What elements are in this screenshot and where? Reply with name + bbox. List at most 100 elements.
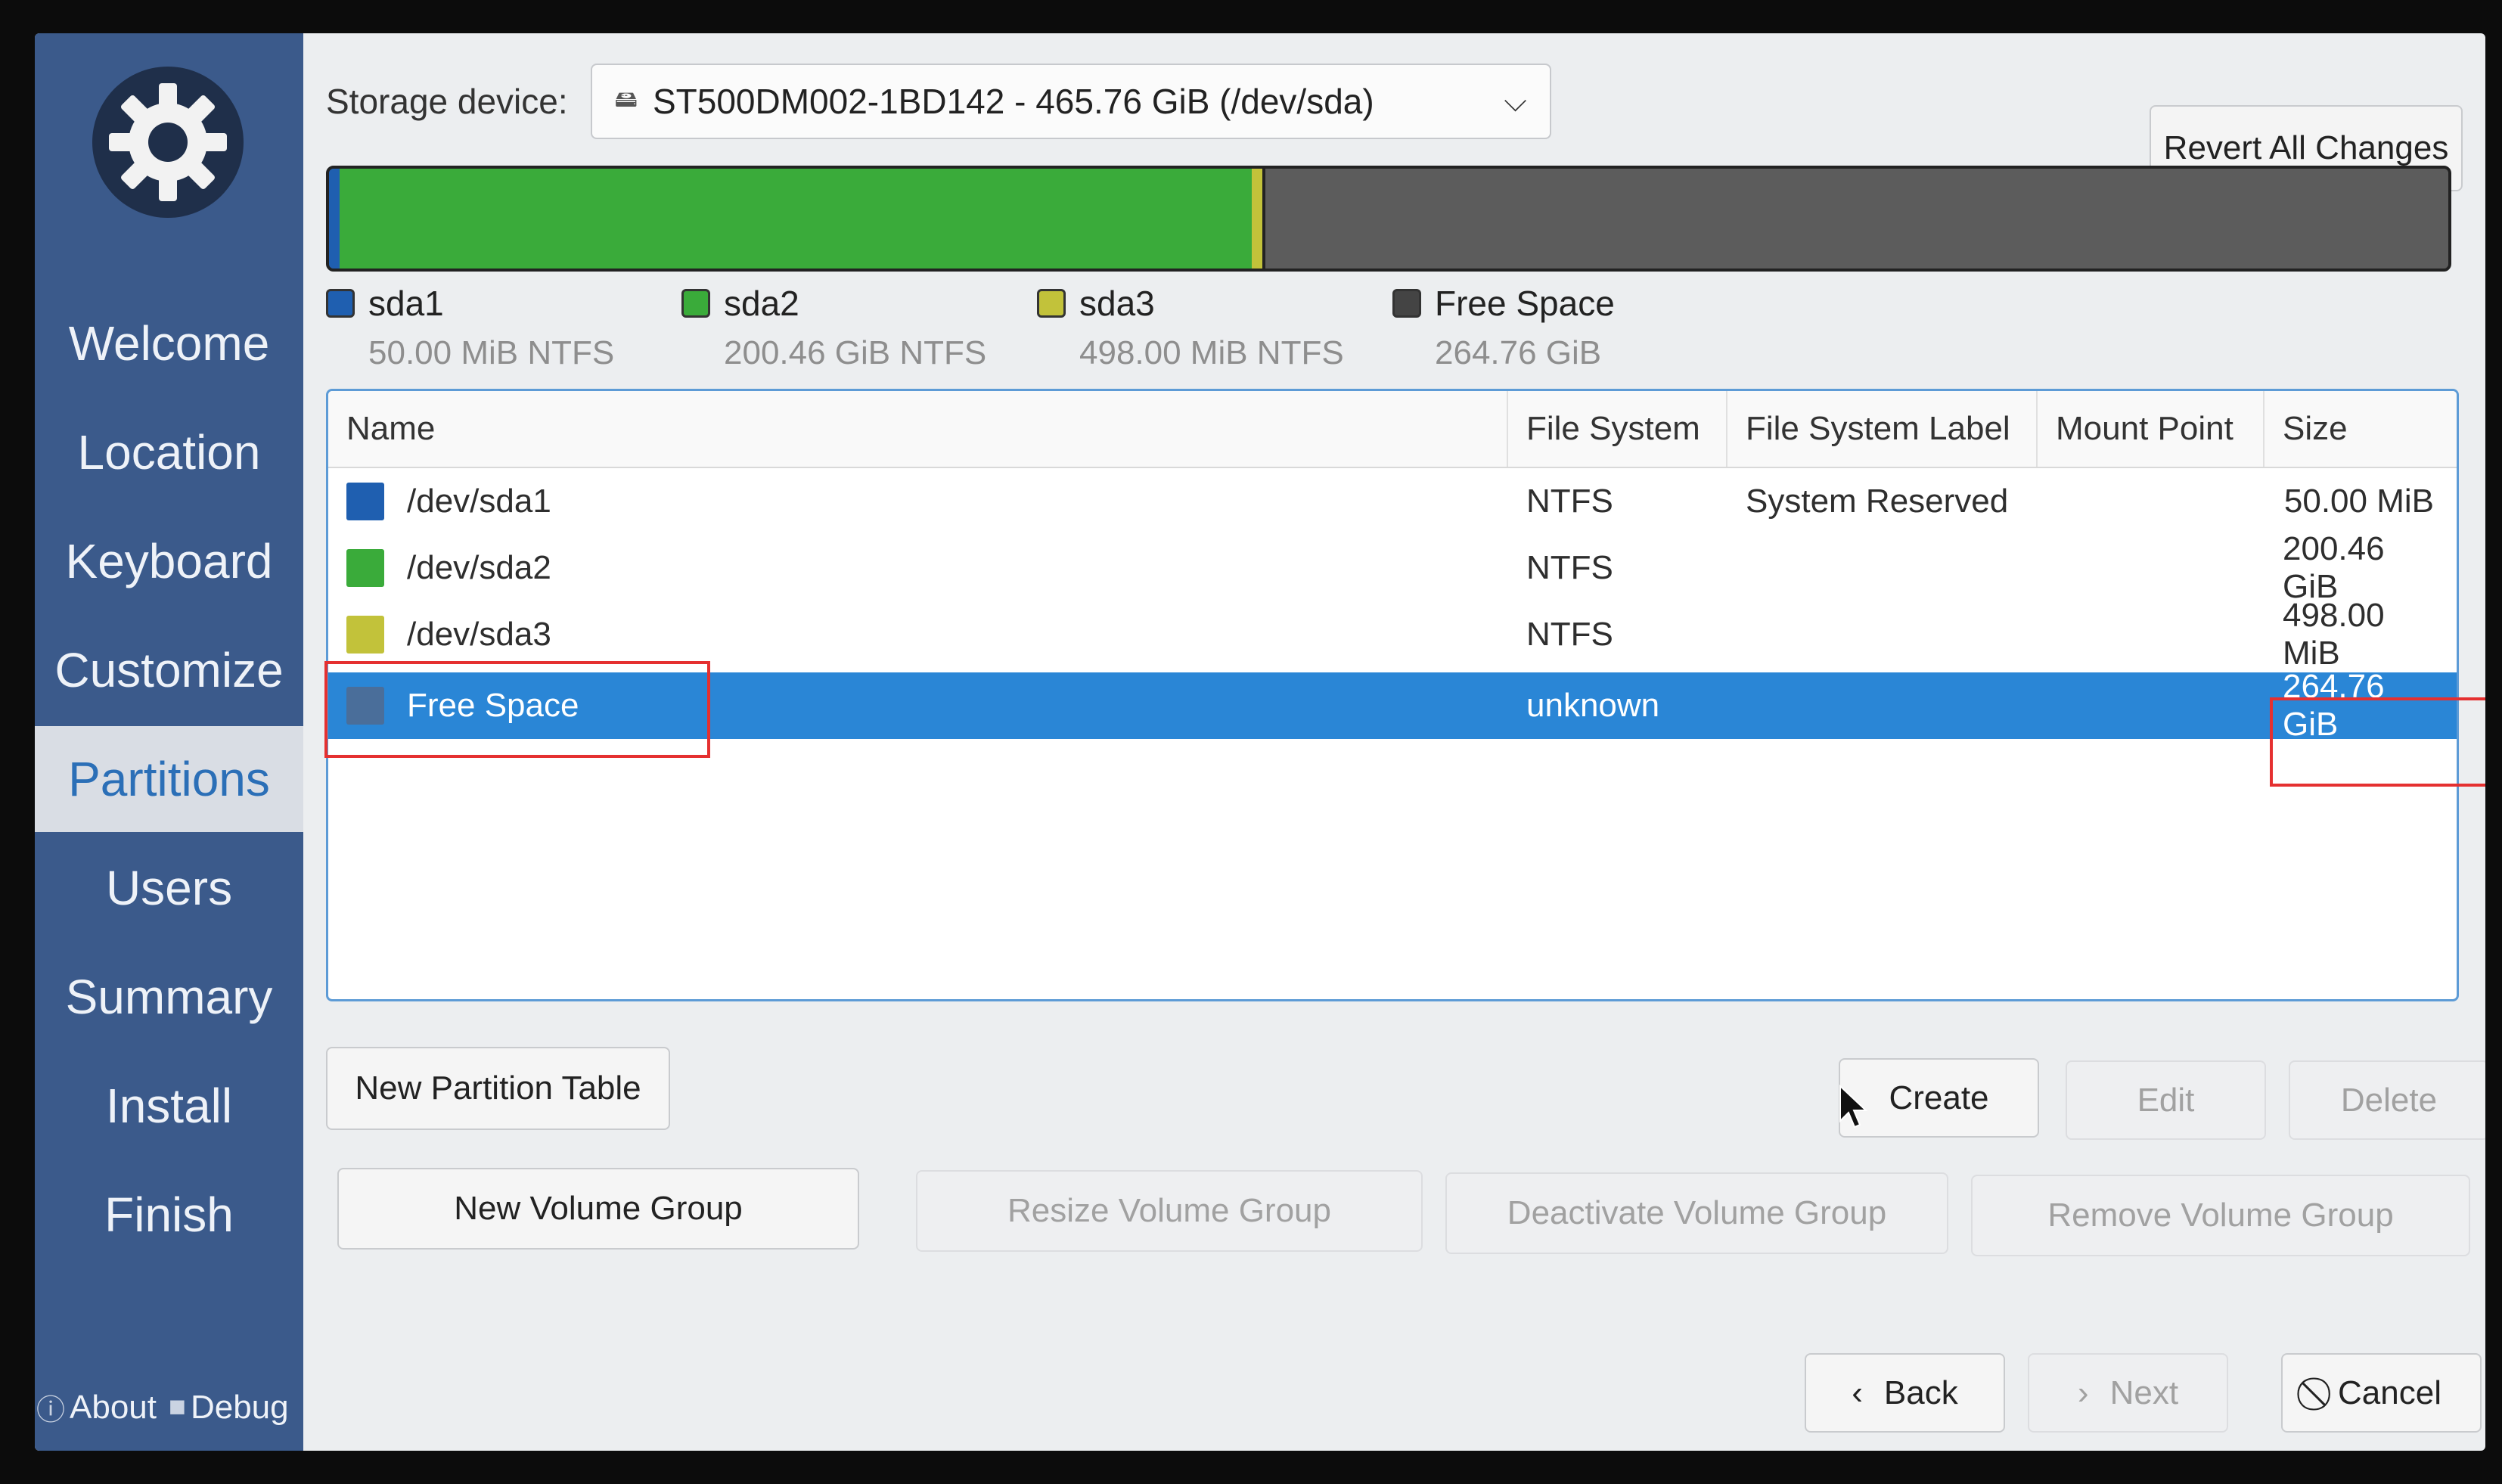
legend-swatch [1037,289,1066,318]
cell-mount-point [2038,468,2265,535]
deactivate-volume-group-button[interactable]: Deactivate Volume Group [1445,1172,1948,1254]
cell-name: Free Space [328,672,1508,739]
partition-bar-segment-sda1 [329,169,340,269]
cell-file-system-label: System Reserved [1746,483,2009,520]
legend-name: sda2 [724,284,799,323]
nav-item-finish: Finish [104,1188,234,1242]
cell-size: 264.76 GiB [2283,668,2385,743]
nav-item-location: Location [77,425,261,480]
legend-item: sda3 498.00 MiB NTFS [1037,283,1392,372]
partition-name: /dev/sda3 [407,616,551,653]
cell-file-system-label [1727,601,2038,668]
cell-file-system: unknown [1526,687,1660,724]
cell-file-system-label [1727,672,2038,739]
back-button[interactable]: ‹ Back [1805,1353,2005,1433]
cell-mount-point [2038,601,2265,668]
legend-item: Free Space 264.76 GiB [1392,283,1748,372]
column-header-name[interactable]: Name [328,391,1508,467]
nav-item-customize: Customize [54,643,284,697]
partitions-page: Storage device: 🖴 ST500DM002-1BD142 - 46… [303,33,2485,1451]
partition-bar [326,166,2451,272]
legend-title: sda1 [326,283,681,324]
cell-file-system: NTFS [1526,616,1613,653]
legend-detail: 200.46 GiB NTFS [724,334,987,371]
legend-swatch [681,289,710,318]
legend-swatch [1392,289,1421,318]
legend-item: sda2 200.46 GiB NTFS [681,283,1037,372]
back-label: Back [1883,1374,1958,1411]
legend-title: sda2 [681,283,1037,324]
storage-device-select[interactable]: 🖴 ST500DM002-1BD142 - 465.76 GiB (/dev/s… [590,64,1551,139]
sidebar-footer: ⓘ About ■ Debug [35,1386,305,1428]
table-row[interactable]: Free Space unknown 264.76 GiB [328,668,2457,743]
about-label: About [70,1388,157,1426]
partition-bar-segment-sda3 [1252,169,1263,269]
legend-detail: 50.00 MiB NTFS [368,334,615,371]
cell-mount-point [2038,535,2265,601]
storage-device-value: ST500DM002-1BD142 - 465.76 GiB (/dev/sda… [652,82,1374,121]
column-header-mount-point[interactable]: Mount Point [2038,391,2265,467]
debug-button[interactable]: ■ Debug [169,1389,289,1427]
legend-swatch [326,289,355,318]
next-button[interactable]: › Next [2028,1353,2228,1433]
edit-button[interactable]: Edit [2066,1060,2266,1140]
cell-name: /dev/sda3 [328,601,1508,668]
cell-size: 200.46 GiB [2283,530,2385,605]
screen: Welcome Location Keyboard Customize Part… [35,33,2485,1451]
cell-file-system: NTFS [1526,549,1613,586]
cell-size: 50.00 MiB [2283,483,2434,520]
info-icon: ⓘ [36,1395,66,1427]
delete-button[interactable]: Delete [2289,1060,2485,1140]
next-label: Next [2109,1374,2179,1411]
partition-bar-segment-sda2 [340,169,1253,269]
cell-size: 498.00 MiB [2283,597,2385,672]
nav-item-keyboard: Keyboard [65,534,273,588]
partition-color-swatch [346,549,384,587]
table-row[interactable]: /dev/sda1 NTFS System Reserved 50.00 MiB [328,468,2457,535]
column-header-file-system-label[interactable]: File System Label [1727,391,2038,467]
cancel-button[interactable]: ⃠ Cancel [2281,1353,2482,1433]
partition-color-swatch [346,687,384,725]
legend-name: Free Space [1435,284,1615,323]
storage-device-row: Storage device: 🖴 ST500DM002-1BD142 - 46… [326,64,1551,139]
partition-name: /dev/sda1 [407,483,551,520]
partition-color-swatch [346,483,384,520]
partition-color-swatch [346,616,384,654]
legend-item: sda1 50.00 MiB NTFS [326,283,681,372]
disk-icon: 🖴 [614,86,638,112]
resize-volume-group-button[interactable]: Resize Volume Group [916,1170,1423,1252]
legend-title: Free Space [1392,283,1748,324]
legend-title: sda3 [1037,283,1392,324]
partition-legend: sda1 50.00 MiB NTFS sda2 200.46 GiB NTFS sda… [326,283,1748,372]
legend-name: sda3 [1079,284,1155,323]
cancel-label: Cancel [2338,1374,2441,1411]
cell-name: /dev/sda1 [328,468,1508,535]
chevron-down-icon: ⌵ [1504,84,1527,118]
table-body: /dev/sda1 NTFS System Reserved 50.00 MiB/de… [328,468,2457,743]
chevron-left-icon: ‹ [1852,1374,1863,1411]
storage-device-label: Storage device: [326,82,568,121]
bug-icon: ■ [169,1391,186,1423]
nav-item-partitions: Partitions [35,726,303,832]
legend-detail: 264.76 GiB [1435,334,1602,371]
table-row[interactable]: /dev/sda2 NTFS 200.46 GiB [328,530,2457,605]
column-header-file-system[interactable]: File System [1508,391,1727,467]
remove-volume-group-button[interactable]: Remove Volume Group [1971,1175,2470,1256]
legend-name: sda1 [368,284,444,323]
nav-item-summary: Summary [65,970,273,1024]
cell-file-system-label [1727,535,2038,601]
cell-mount-point [2038,672,2265,739]
cell-file-system: NTFS [1526,483,1613,520]
mouse-pointer-icon [1839,1085,1868,1129]
table-header: Name File System File System Label Mount… [328,391,2457,468]
column-header-size[interactable]: Size [2265,391,2457,467]
sidebar: Welcome Location Keyboard Customize Part… [35,33,303,1451]
legend-detail: 498.00 MiB NTFS [1079,334,1344,371]
table-row[interactable]: /dev/sda3 NTFS 498.00 MiB [328,597,2457,672]
new-volume-group-button[interactable]: New Volume Group [337,1168,859,1250]
new-partition-table-button[interactable]: New Partition Table [326,1047,670,1130]
cell-name: /dev/sda2 [328,535,1508,601]
partition-name: /dev/sda2 [407,549,551,586]
calamares-logo-icon [92,67,244,218]
about-button[interactable]: ⓘ About [36,1386,157,1428]
